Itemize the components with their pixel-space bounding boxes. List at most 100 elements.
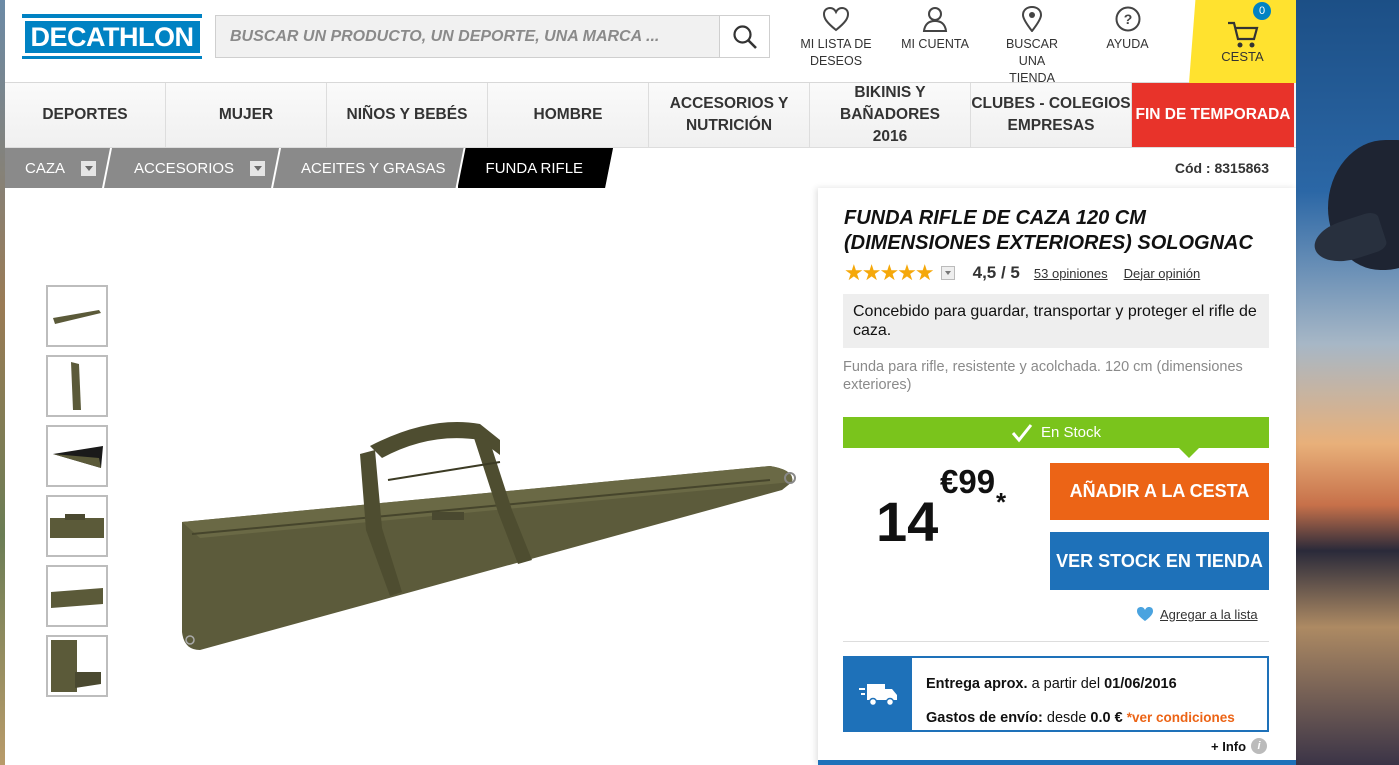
search-button[interactable]: [719, 16, 769, 57]
breadcrumb-label: CAZA: [25, 159, 66, 177]
nav-deportes[interactable]: DEPORTES: [5, 83, 166, 147]
heart-icon: [822, 6, 850, 32]
page: DECATHLON MI LISTA DE DESEOS MI CUENTA B…: [5, 0, 1296, 765]
help-icon: ?: [1115, 6, 1140, 32]
chevron-down-icon[interactable]: [250, 161, 265, 176]
search-bar: [215, 15, 770, 58]
price: 14 €99 *: [876, 463, 1026, 553]
nav-label: MUJER: [218, 106, 274, 123]
nav-accesorios-nutricion[interactable]: ACCESORIOS Y NUTRICIÓN: [649, 83, 810, 147]
breadcrumb-funda-rifle: FUNDA RIFLE: [458, 148, 614, 188]
heart-icon: [1137, 607, 1153, 621]
stock-status-label: En Stock: [1040, 424, 1102, 441]
nav-label: CLUBES - COLEGIOS EMPRESAS: [971, 93, 1130, 137]
shipping-conditions-link[interactable]: *ver condiciones: [1127, 710, 1235, 725]
nav-label-line2: 2016: [872, 128, 908, 145]
thumbnail[interactable]: [46, 565, 108, 627]
account-nav[interactable]: MI CUENTA: [900, 6, 970, 53]
rifle-case-thumbnail-image: [51, 588, 103, 608]
background-right-image: [1296, 0, 1399, 765]
product-title: FUNDA RIFLE DE CAZA 120 CM (DIMENSIONES …: [844, 207, 1253, 254]
breadcrumb-aceites-grasas[interactable]: ACEITES Y GRASAS: [273, 148, 464, 188]
delivery-date-label: Entrega aprox.: [926, 676, 1028, 692]
nav-mujer[interactable]: MUJER: [166, 83, 327, 147]
thumbnail[interactable]: [46, 495, 108, 557]
svg-text:?: ?: [1123, 11, 1132, 27]
chevron-down-icon[interactable]: [81, 161, 96, 176]
breadcrumb-accesorios[interactable]: ACCESORIOS: [104, 148, 279, 188]
rifle-case-thumbnail-image: [53, 446, 103, 468]
checkmark-icon: [1011, 423, 1033, 442]
nav-label: ACCESORIOS Y NUTRICIÓN: [670, 93, 789, 137]
store-locator-label-1: BUSCAR UNA: [1005, 37, 1059, 68]
breadcrumb-label: ACCESORIOS: [134, 159, 235, 177]
help-nav[interactable]: ? AYUDA: [1100, 6, 1155, 53]
breadcrumb: CAZA ACCESORIOS ACEITES Y GRASAS FUNDA R…: [5, 148, 607, 188]
decathlon-logo[interactable]: DECATHLON: [21, 14, 203, 59]
rating-row: ★★★★★ 4,5 / 5 53 opiniones Dejar opinión: [844, 260, 1200, 286]
nav-label-line2: EMPRESAS: [1007, 117, 1095, 134]
nav-label-line1: ACCESORIOS Y: [669, 95, 789, 112]
panel-bottom-bar: [818, 760, 1296, 765]
info-icon: i: [1251, 738, 1268, 754]
delivery-date-line: Entrega aprox. a partir del 01/06/2016: [926, 668, 1235, 701]
breadcrumb-label: FUNDA RIFLE: [485, 159, 584, 177]
product-short-description: Funda para rifle, resistente y acolchada…: [843, 359, 1243, 393]
main-navigation: DEPORTES MUJER NIÑOS Y BEBÉS HOMBRE ACCE…: [5, 83, 1296, 148]
nav-clubes-colegios[interactable]: CLUBES - COLEGIOS EMPRESAS: [971, 83, 1132, 147]
nav-ninos-bebes[interactable]: NIÑOS Y BEBÉS: [327, 83, 488, 147]
truck-icon: [858, 684, 897, 707]
user-icon: [922, 7, 948, 32]
thumbnail[interactable]: [46, 355, 108, 417]
search-icon: [732, 24, 757, 49]
cart-icon: [1227, 21, 1258, 48]
add-to-wishlist-link[interactable]: Agregar a la lista: [1136, 606, 1258, 622]
account-nav-label: MI CUENTA: [901, 37, 969, 51]
thumbnail[interactable]: [46, 635, 108, 697]
shipping-cost-line: Gastos de envío: desde 0.0 € *ver condic…: [926, 701, 1235, 735]
more-info-label: + Info: [1211, 738, 1247, 754]
price-decimal: €99: [940, 463, 996, 500]
help-nav-label: AYUDA: [1106, 37, 1149, 51]
nav-fin-de-temporada[interactable]: FIN DE TEMPORADA: [1132, 83, 1294, 147]
store-locator-nav[interactable]: BUSCAR UNA TIENDA: [993, 6, 1071, 87]
more-info-link[interactable]: + Info i: [1211, 738, 1268, 754]
divider: [843, 641, 1269, 642]
nav-label-line1: CLUBES - COLEGIOS: [971, 95, 1131, 112]
add-to-cart-button[interactable]: AÑADIR A LA CESTA: [1050, 463, 1269, 520]
search-input[interactable]: [216, 16, 719, 57]
nav-label: BIKINIS Y BAÑADORES 2016: [810, 82, 970, 148]
map-pin-icon: [1021, 6, 1043, 32]
reviews-link[interactable]: 53 opiniones: [1034, 266, 1108, 281]
breadcrumb-label: ACEITES Y GRASAS: [301, 159, 446, 177]
nav-label: FIN DE TEMPORADA: [1135, 106, 1291, 123]
cart-button[interactable]: 0 CESTA: [1189, 0, 1296, 83]
thumbnail[interactable]: [46, 285, 108, 347]
rifle-case-thumbnail-image: [71, 362, 81, 410]
logo-text: DECATHLON: [21, 17, 203, 56]
wishlist-link-label: Agregar a la lista: [1160, 606, 1258, 622]
nav-label: HOMBRE: [533, 106, 603, 123]
nav-bikinis-banadores[interactable]: BIKINIS Y BAÑADORES 2016: [810, 83, 971, 147]
thumbnail[interactable]: [46, 425, 108, 487]
price-integer: 14: [876, 490, 939, 553]
delivery-truck-icon-box: [845, 658, 912, 730]
nav-hombre[interactable]: HOMBRE: [488, 83, 649, 147]
rifle-case-thumbnail-image: [51, 640, 101, 692]
product-info-panel: FUNDA RIFLE DE CAZA 120 CM (DIMENSIONES …: [818, 188, 1296, 765]
rifle-case-thumbnail-image: [53, 310, 101, 324]
wishlist-nav[interactable]: MI LISTA DE DESEOS: [800, 6, 872, 70]
thumbnail-gallery: [46, 285, 108, 697]
price-footnote-mark: *: [996, 487, 1007, 517]
cart-label: CESTA: [1221, 49, 1264, 64]
leave-review-link[interactable]: Dejar opinión: [1124, 266, 1201, 281]
breadcrumb-caza[interactable]: CAZA: [5, 148, 110, 188]
delivery-date-text: a partir del: [1031, 676, 1101, 692]
delivery-text: Entrega aprox. a partir del 01/06/2016 G…: [912, 658, 1235, 730]
chevron-down-icon[interactable]: [940, 266, 955, 280]
product-description: Concebido para guardar, transportar y pr…: [843, 294, 1269, 348]
view-store-stock-button[interactable]: VER STOCK EN TIENDA: [1050, 532, 1269, 590]
stock-status-bar: En Stock: [843, 417, 1269, 458]
site-header: DECATHLON MI LISTA DE DESEOS MI CUENTA B…: [5, 0, 1296, 85]
rifle-case-product-image: [182, 421, 796, 650]
